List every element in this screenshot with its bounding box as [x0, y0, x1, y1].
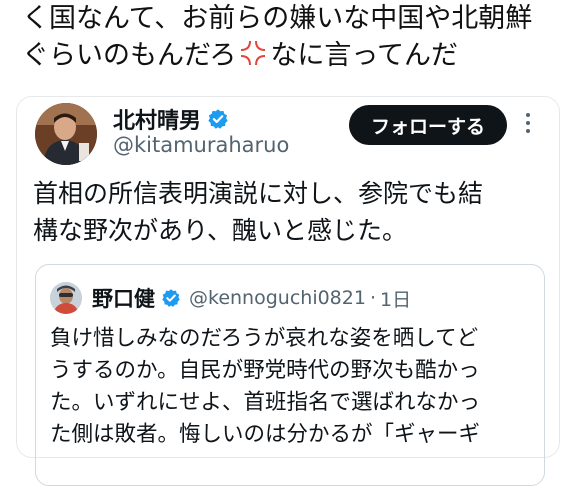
quoted-author-handle[interactable]: @kennoguchi0821: [189, 287, 366, 309]
verified-badge-icon: [208, 109, 228, 129]
author-handle[interactable]: @kitamuraharuo: [113, 133, 289, 157]
embedded-tweet-card[interactable]: 北村晴男 @kitamuraharuo フォローする 首相の所信表明演説に対し、…: [16, 96, 560, 486]
quoted-text-line-2: うするのか。自民が野党時代の野次も酷かっ: [50, 358, 480, 383]
quoted-text-line-4: た側は敗者。悔しいのは分かるが「ギャーギ: [50, 422, 481, 447]
quoted-header: 野口健 @kennoguchi0821 · 1日: [92, 283, 411, 313]
separator-dot: ·: [369, 287, 376, 309]
post-text: く国なんて、お前らの嫌いな中国や北朝鮮 ぐらいのもんだろ なに言ってんだ: [22, 0, 562, 74]
quoted-tweet[interactable]: 野口健 @kennoguchi0821 · 1日 負け惜しみなのだろうが哀れな姿…: [35, 264, 545, 486]
quoted-text-line-3: た。いずれにせよ、首班指名で選ばれなかっ: [50, 390, 481, 415]
post-text-line-2: ぐらいのもんだろ なに言ってんだ: [22, 37, 562, 74]
more-dots-icon[interactable]: [523, 109, 533, 139]
quoted-avatar[interactable]: [50, 282, 82, 314]
verified-badge-icon: [162, 289, 180, 307]
tweet-text-line-1: 首相の所信表明演説に対し、参院でも結: [33, 179, 484, 208]
follow-button[interactable]: フォローする: [349, 105, 507, 145]
author-name[interactable]: 北村晴男: [113, 103, 201, 135]
post-text-line-2-start: ぐらいのもんだろ: [22, 40, 237, 71]
post-text-line-2-end: なに言ってんだ: [270, 40, 459, 71]
anger-symbol-icon: [238, 38, 268, 68]
avatar[interactable]: [35, 103, 97, 165]
quoted-tweet-text: 負け惜しみなのだろうが哀れな姿を晒してど うするのか。自民が野党時代の野次も酷か…: [50, 323, 540, 451]
tweet-text: 首相の所信表明演説に対し、参院でも結 構な野次があり、醜いと感じた。: [33, 175, 553, 249]
quoted-timestamp[interactable]: 1日: [380, 285, 411, 312]
quoted-text-line-1: 負け惜しみなのだろうが哀れな姿を晒してど: [50, 326, 479, 351]
quoted-author-name[interactable]: 野口健: [92, 283, 155, 313]
post-text-line-1: く国なんて、お前らの嫌いな中国や北朝鮮: [22, 3, 533, 34]
tweet-text-line-2: 構な野次があり、醜いと感じた。: [33, 216, 408, 245]
author-name-row: 北村晴男: [113, 103, 229, 135]
